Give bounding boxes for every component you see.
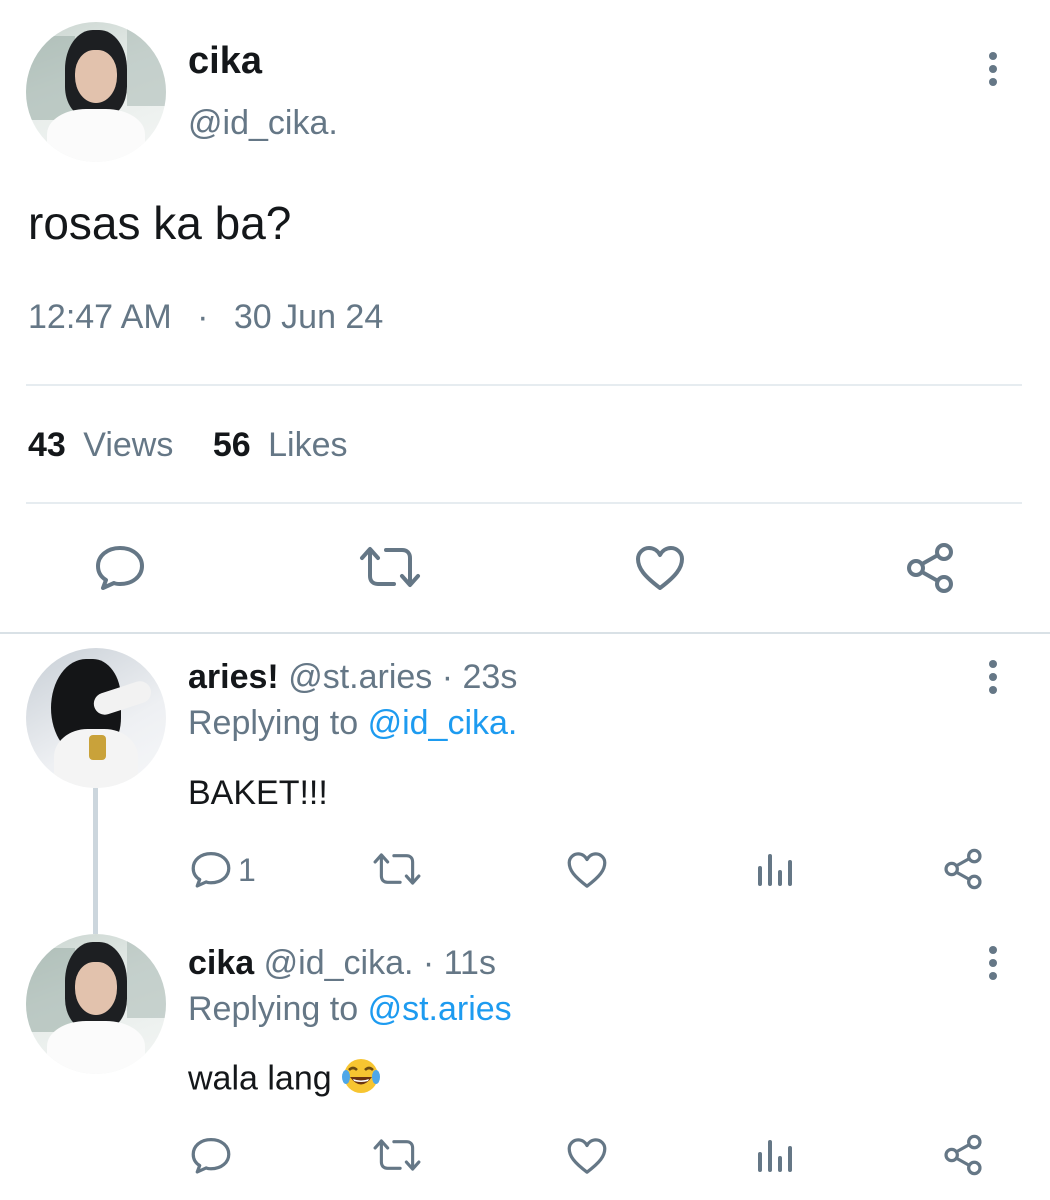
reply-header: cika @id_cika. · 11s — [188, 944, 496, 983]
reply-button[interactable] — [94, 544, 146, 590]
share-icon — [907, 543, 953, 593]
more-options-button[interactable] — [988, 52, 998, 91]
replying-to-label: Replying to — [188, 704, 359, 742]
reply-author-handle[interactable]: @id_cika. — [264, 944, 414, 982]
comment-icon — [96, 546, 144, 590]
avatar[interactable] — [26, 22, 166, 162]
retweet-icon — [373, 853, 421, 885]
reply-button[interactable] — [190, 850, 232, 888]
more-options-button[interactable] — [988, 660, 998, 699]
like-button[interactable] — [566, 1136, 608, 1176]
analytics-icon — [758, 854, 792, 886]
avatar[interactable] — [26, 648, 166, 788]
heart-icon — [567, 1138, 607, 1174]
reply-text-content: wala lang — [188, 1059, 332, 1098]
comment-icon — [191, 852, 231, 888]
heart-icon — [567, 852, 607, 888]
avatar[interactable] — [26, 934, 166, 1074]
tweet-stats: 43 Views 56 Likes — [28, 426, 347, 465]
tweet-timestamp[interactable]: 12:47 AM · 30 Jun 24 — [28, 298, 383, 337]
tweet-text: rosas ka ba? — [28, 197, 292, 249]
share-button[interactable] — [942, 1134, 984, 1176]
replying-to-label: Replying to — [188, 990, 359, 1028]
analytics-button[interactable] — [756, 850, 794, 888]
share-button[interactable] — [942, 848, 984, 890]
like-button[interactable] — [566, 850, 608, 890]
likes-label[interactable]: Likes — [268, 426, 347, 464]
replying-to-handle[interactable]: @id_cika. — [368, 704, 518, 742]
divider — [26, 502, 1022, 504]
reply-author-name[interactable]: aries! — [188, 658, 279, 696]
reply-header: aries! @st.aries · 23s — [188, 658, 517, 697]
views-count: 43 — [28, 426, 66, 464]
views-label: Views — [83, 426, 174, 464]
more-icon — [989, 52, 997, 60]
reply-button[interactable] — [190, 1136, 232, 1174]
retweet-button[interactable] — [372, 850, 422, 888]
tweet-date: 30 Jun 24 — [233, 298, 384, 336]
tweet-time: 12:47 AM — [28, 298, 172, 336]
more-icon — [989, 660, 997, 668]
share-button[interactable] — [904, 542, 956, 594]
analytics-icon — [758, 1140, 792, 1172]
reply-text: wala lang — [188, 1056, 381, 1105]
reply-time: · 23s — [441, 658, 518, 696]
retweet-button[interactable] — [372, 1136, 422, 1174]
reply-count: 1 — [238, 852, 256, 888]
replying-to: Replying to @st.aries — [188, 990, 512, 1029]
author-name[interactable]: cika — [188, 40, 262, 83]
retweet-icon — [360, 547, 420, 587]
like-button[interactable] — [634, 544, 686, 592]
share-icon — [944, 848, 982, 890]
replying-to: Replying to @id_cika. — [188, 704, 517, 743]
retweet-button[interactable] — [358, 544, 422, 590]
section-divider — [0, 632, 1050, 634]
divider — [26, 384, 1022, 386]
thread-line — [93, 788, 98, 934]
heart-icon — [636, 546, 684, 590]
reply-author-name[interactable]: cika — [188, 944, 254, 982]
more-icon — [989, 946, 997, 954]
reply-time: · 11s — [422, 944, 496, 982]
analytics-button[interactable] — [756, 1136, 794, 1174]
laughing-crying-emoji-icon — [341, 1056, 381, 1105]
comment-icon — [191, 1138, 231, 1174]
reply-text: BAKET!!! — [188, 774, 328, 812]
timestamp-separator: · — [197, 298, 209, 336]
author-handle[interactable]: @id_cika. — [188, 104, 338, 143]
share-icon — [944, 1134, 982, 1176]
retweet-icon — [373, 1139, 421, 1171]
likes-count[interactable]: 56 — [213, 426, 251, 464]
replying-to-handle[interactable]: @st.aries — [368, 990, 512, 1028]
more-options-button[interactable] — [988, 946, 998, 985]
reply-author-handle[interactable]: @st.aries — [288, 658, 432, 696]
